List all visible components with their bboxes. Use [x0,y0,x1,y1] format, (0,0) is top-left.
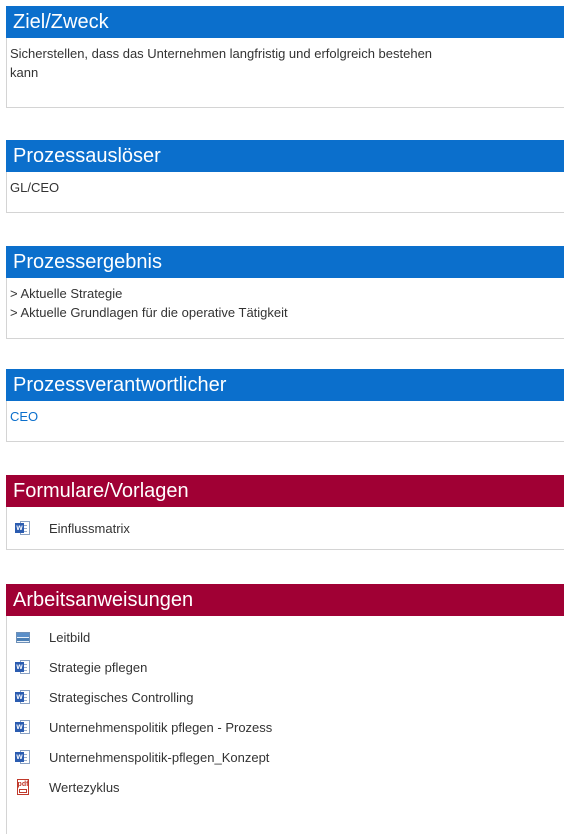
document-list: w Einflussmatrix [6,507,564,550]
result-line: > Aktuelle Strategie [10,286,123,301]
section-header: Arbeitsanweisungen [6,584,564,616]
owner-link[interactable]: CEO [10,407,558,426]
word-doc-icon: w [15,689,31,705]
list-item-label: Unternehmenspolitik pflegen - Prozess [49,719,273,735]
section-body: CEO [6,401,564,442]
word-doc-icon: w [15,520,31,536]
list-item-unternehmenspolitik-prozess[interactable]: w Unternehmenspolitik pflegen - Prozess [7,712,564,742]
list-item-einflussmatrix[interactable]: w Einflussmatrix [7,513,564,543]
section-arbeitsanweisungen: Arbeitsanweisungen Leitbild w Strategie … [6,584,564,834]
section-header: Prozessergebnis [6,246,564,278]
section-body: GL/CEO [6,172,564,213]
word-doc-icon: w [15,659,31,675]
section-body: > Aktuelle Strategie > Aktuelle Grundlag… [6,278,564,339]
section-prozessausloeser: Prozessauslöser GL/CEO [6,140,564,213]
section-header: Prozessauslöser [6,140,564,172]
section-header: Formulare/Vorlagen [6,475,564,507]
section-header: Ziel/Zweck [6,6,564,38]
list-item-label: Strategisches Controlling [49,689,194,705]
section-text-continued: kann [10,65,39,80]
list-item-label: Wertezyklus [49,779,120,795]
section-body: Sicherstellen, dass das Unternehmen lang… [6,38,564,108]
section-text: GL/CEO [10,180,60,195]
section-ziel-zweck: Ziel/Zweck Sicherstellen, dass das Unter… [6,6,564,108]
document-list: Leitbild w Strategie pflegen w Strategis… [6,616,564,834]
image-icon [15,629,31,645]
word-doc-icon: w [15,749,31,765]
section-text: Sicherstellen, dass das Unternehmen lang… [10,46,433,61]
section-formulare-vorlagen: Formulare/Vorlagen w Einflussmatrix [6,475,564,550]
pdf-icon: pdf [15,779,31,795]
list-item-strategie-pflegen[interactable]: w Strategie pflegen [7,652,564,682]
list-item-wertezyklus[interactable]: pdf Wertezyklus [7,772,564,802]
list-item-label: Einflussmatrix [49,520,130,536]
list-item-strategisches-controlling[interactable]: w Strategisches Controlling [7,682,564,712]
section-header: Prozessverantwortlicher [6,369,564,401]
word-doc-icon: w [15,719,31,735]
list-item-label: Leitbild [49,629,91,645]
result-line: > Aktuelle Grundlagen für die operative … [10,305,288,320]
list-item-leitbild[interactable]: Leitbild [7,622,564,652]
section-prozessverantwortlicher: Prozessverantwortlicher CEO [6,369,564,442]
section-prozessergebnis: Prozessergebnis > Aktuelle Strategie > A… [6,246,564,339]
list-item-label: Strategie pflegen [49,659,148,675]
list-item-label: Unternehmenspolitik-pflegen_Konzept [49,749,270,765]
list-item-unternehmenspolitik-konzept[interactable]: w Unternehmenspolitik-pflegen_Konzept [7,742,564,772]
